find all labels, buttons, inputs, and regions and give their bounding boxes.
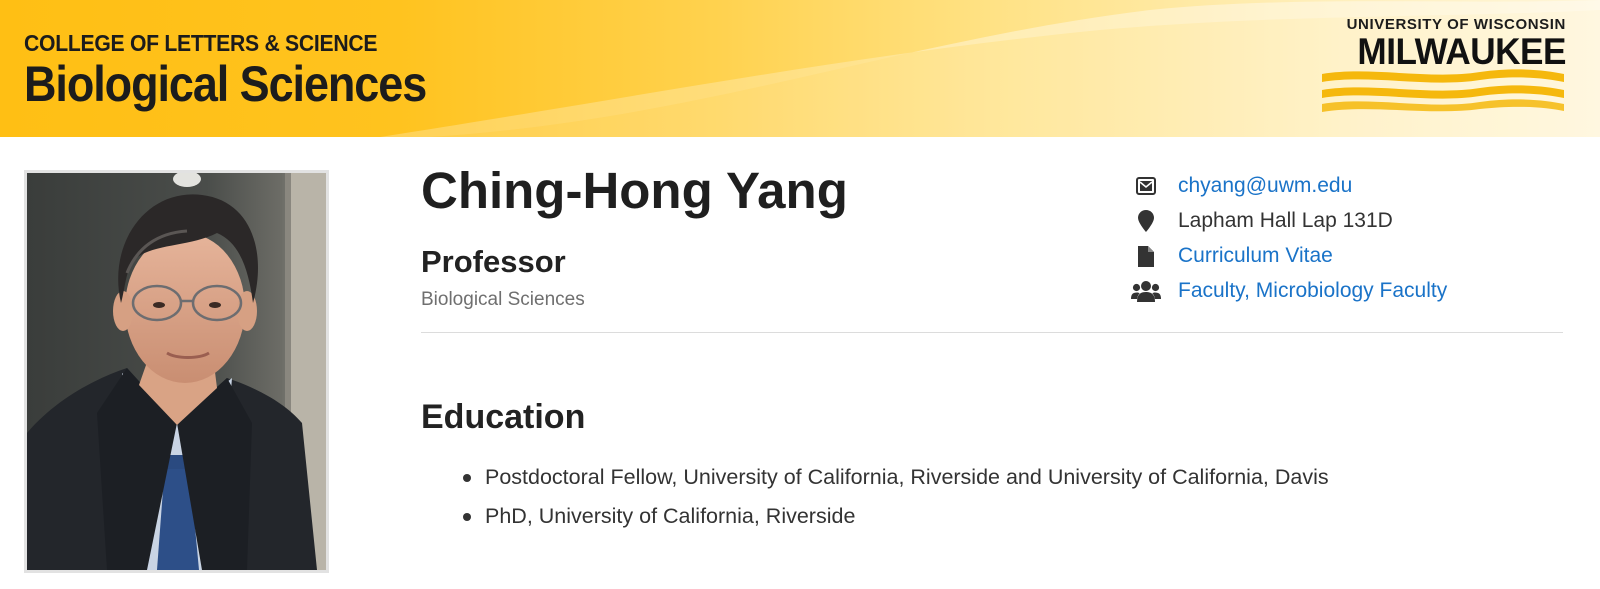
email-link[interactable]: chyang@uwm.edu: [1178, 173, 1352, 199]
logo-campus-text: MILWAUKEE: [1357, 31, 1566, 72]
education-heading: Education: [421, 398, 586, 436]
cv-link[interactable]: Curriculum Vitae: [1178, 243, 1333, 269]
education-item-text: Postdoctoral Fellow, University of Calif…: [485, 465, 1329, 489]
profile-photo: [24, 170, 329, 573]
bullet-icon: [463, 474, 471, 482]
college-name: COLLEGE OF LETTERS & SCIENCE: [24, 30, 378, 56]
uwm-logo[interactable]: UNIVERSITY OF WISCONSIN MILWAUKEE: [1320, 16, 1566, 112]
profile-title: Professor: [421, 244, 566, 279]
section-divider: [421, 332, 1563, 333]
envelope-icon: [1130, 173, 1162, 199]
site-banner: COLLEGE OF LETTERS & SCIENCE Biological …: [0, 0, 1600, 137]
contact-cv-row: Curriculum Vitae: [1130, 238, 1570, 273]
education-item-text: PhD, University of California, Riverside: [485, 504, 856, 528]
users-icon: [1130, 278, 1162, 304]
education-item: PhD, University of California, Riverside: [421, 501, 1329, 540]
contact-groups-row: Faculty, Microbiology Faculty: [1130, 273, 1570, 308]
bullet-icon: [463, 513, 471, 521]
faculty-groups-link[interactable]: Faculty, Microbiology Faculty: [1178, 278, 1447, 304]
education-item: Postdoctoral Fellow, University of Calif…: [421, 462, 1329, 501]
map-pin-icon: [1130, 208, 1162, 234]
department-home-link[interactable]: Biological Sciences: [24, 55, 427, 113]
contact-info: chyang@uwm.edu Lapham Hall Lap 131D Curr…: [1130, 168, 1570, 308]
document-icon: [1130, 243, 1162, 269]
logo-waves-icon: [1322, 69, 1564, 112]
portrait-image: [27, 173, 326, 570]
profile-name: Ching-Hong Yang: [421, 162, 848, 219]
education-list: Postdoctoral Fellow, University of Calif…: [421, 462, 1329, 540]
contact-email-row: chyang@uwm.edu: [1130, 168, 1570, 203]
office-location: Lapham Hall Lap 131D: [1178, 209, 1393, 232]
contact-location-row: Lapham Hall Lap 131D: [1130, 203, 1570, 238]
profile-department: Biological Sciences: [421, 289, 585, 310]
